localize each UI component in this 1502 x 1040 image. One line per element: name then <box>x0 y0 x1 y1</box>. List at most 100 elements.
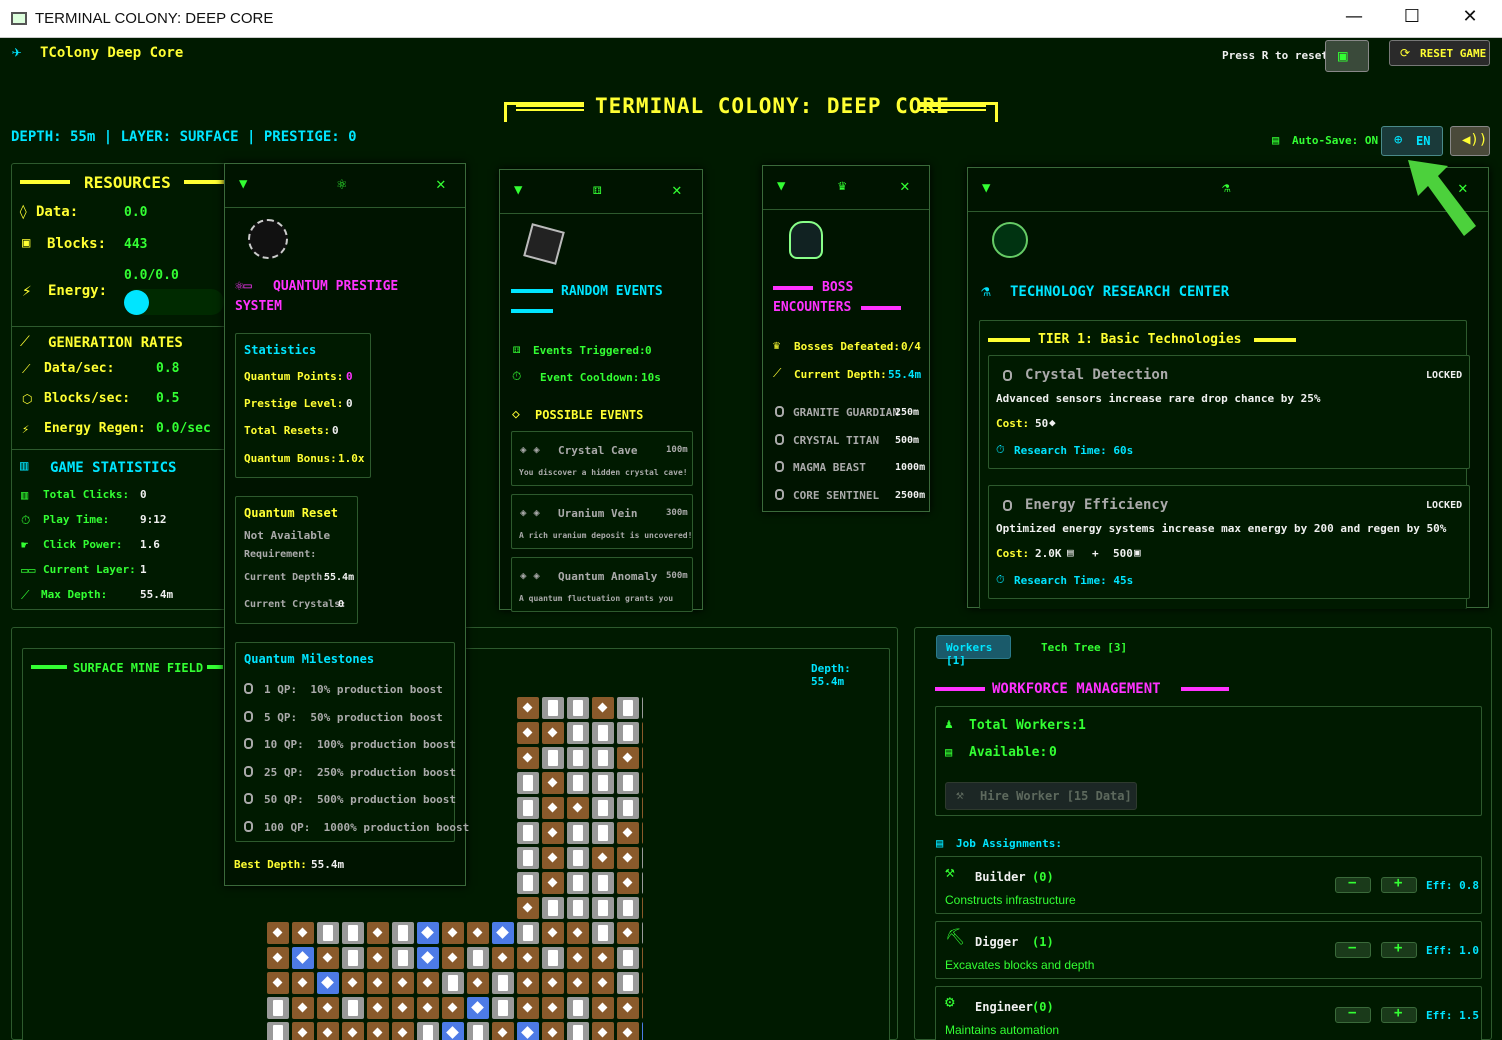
stone-block[interactable] <box>567 697 589 719</box>
stone-block[interactable] <box>267 1022 289 1040</box>
dirt-block[interactable] <box>592 997 614 1019</box>
hire-worker-button[interactable]: ⚒ Hire Worker [15 Data] <box>945 782 1137 810</box>
collapse-icon[interactable]: ▼ <box>982 180 990 196</box>
dirt-block[interactable] <box>367 947 389 969</box>
stone-block[interactable] <box>517 772 539 794</box>
dirt-block[interactable] <box>267 947 289 969</box>
tab-tech-tree[interactable]: Tech Tree [3] <box>1041 641 1127 654</box>
stone-block[interactable] <box>617 972 639 994</box>
dirt-block[interactable] <box>592 1022 614 1040</box>
stone-block[interactable] <box>542 747 564 769</box>
close-window-button[interactable]: ✕ <box>1450 6 1490 32</box>
dirt-block[interactable] <box>642 772 643 794</box>
dirt-block[interactable] <box>517 897 539 919</box>
decrease-button[interactable]: − <box>1335 940 1371 958</box>
stone-block[interactable] <box>592 797 614 819</box>
dirt-block[interactable] <box>542 847 564 869</box>
dirt-block[interactable] <box>517 722 539 744</box>
dirt-block[interactable] <box>617 747 639 769</box>
dirt-block[interactable] <box>417 997 439 1019</box>
dirt-block[interactable] <box>617 822 639 844</box>
tech-card[interactable]: Energy Efficiency LOCKED Optimized energy … <box>988 485 1470 599</box>
stone-block[interactable] <box>467 947 489 969</box>
dirt-block[interactable] <box>392 997 414 1019</box>
dirt-block[interactable] <box>567 797 589 819</box>
crystal-block[interactable] <box>442 1022 464 1040</box>
dirt-block[interactable] <box>642 822 643 844</box>
dirt-block[interactable] <box>592 697 614 719</box>
dirt-block[interactable] <box>267 922 289 944</box>
dirt-block[interactable] <box>467 922 489 944</box>
stone-block[interactable] <box>517 872 539 894</box>
stone-block[interactable] <box>617 772 639 794</box>
dirt-block[interactable] <box>492 947 514 969</box>
dirt-block[interactable] <box>367 922 389 944</box>
dirt-block[interactable] <box>542 1022 564 1040</box>
decrease-button[interactable]: − <box>1335 1005 1371 1023</box>
stone-block[interactable] <box>342 922 364 944</box>
stone-block[interactable] <box>617 897 639 919</box>
stone-block[interactable] <box>567 847 589 869</box>
dirt-block[interactable] <box>517 747 539 769</box>
minimize-button[interactable]: — <box>1334 6 1374 32</box>
stone-block[interactable] <box>467 1022 489 1040</box>
dirt-block[interactable] <box>317 997 339 1019</box>
dirt-block[interactable] <box>542 822 564 844</box>
stone-block[interactable] <box>617 947 639 969</box>
stone-block[interactable] <box>342 997 364 1019</box>
stone-block[interactable] <box>567 772 589 794</box>
stone-block[interactable] <box>567 822 589 844</box>
dirt-block[interactable] <box>367 1022 389 1040</box>
collapse-icon[interactable]: ▼ <box>514 182 522 198</box>
dirt-block[interactable] <box>517 697 539 719</box>
dirt-block[interactable] <box>617 922 639 944</box>
dirt-block[interactable] <box>642 797 643 819</box>
dirt-block[interactable] <box>517 972 539 994</box>
dirt-block[interactable] <box>542 772 564 794</box>
dirt-block[interactable] <box>492 1022 514 1040</box>
increase-button[interactable]: + <box>1381 940 1417 958</box>
crystal-block[interactable] <box>317 972 339 994</box>
crystal-block[interactable] <box>642 1022 643 1040</box>
crystal-block[interactable] <box>417 922 439 944</box>
dirt-block[interactable] <box>442 997 464 1019</box>
stone-block[interactable] <box>517 847 539 869</box>
stone-block[interactable] <box>392 922 414 944</box>
dirt-block[interactable] <box>642 747 643 769</box>
stone-block[interactable] <box>567 722 589 744</box>
stone-block[interactable] <box>542 697 564 719</box>
dirt-block[interactable] <box>517 947 539 969</box>
increase-button[interactable]: + <box>1381 1005 1417 1023</box>
dirt-block[interactable] <box>592 847 614 869</box>
dirt-block[interactable] <box>542 972 564 994</box>
stone-block[interactable] <box>517 822 539 844</box>
stone-block[interactable] <box>592 872 614 894</box>
dirt-block[interactable] <box>417 972 439 994</box>
stone-block[interactable] <box>617 797 639 819</box>
stone-block[interactable] <box>642 922 643 944</box>
stone-block[interactable] <box>642 847 643 869</box>
crystal-block[interactable] <box>417 947 439 969</box>
stone-block[interactable] <box>592 772 614 794</box>
dirt-block[interactable] <box>592 947 614 969</box>
stone-block[interactable] <box>617 697 639 719</box>
dirt-block[interactable] <box>567 947 589 969</box>
collapse-icon[interactable]: ▼ <box>239 176 247 192</box>
dirt-block[interactable] <box>367 972 389 994</box>
decrease-button[interactable]: − <box>1335 875 1371 893</box>
dirt-block[interactable] <box>617 847 639 869</box>
stone-block[interactable] <box>417 1022 439 1040</box>
reset-game-button[interactable]: ⟳ RESET GAME <box>1389 40 1490 66</box>
stone-block[interactable] <box>542 947 564 969</box>
dirt-block[interactable] <box>442 947 464 969</box>
stone-block[interactable] <box>567 997 589 1019</box>
dirt-block[interactable] <box>542 922 564 944</box>
stone-block[interactable] <box>592 747 614 769</box>
dirt-block[interactable] <box>442 922 464 944</box>
dirt-block[interactable] <box>642 897 643 919</box>
dirt-block[interactable] <box>292 997 314 1019</box>
dirt-block[interactable] <box>292 1022 314 1040</box>
dirt-block[interactable] <box>542 722 564 744</box>
stone-block[interactable] <box>342 947 364 969</box>
dirt-block[interactable] <box>617 872 639 894</box>
